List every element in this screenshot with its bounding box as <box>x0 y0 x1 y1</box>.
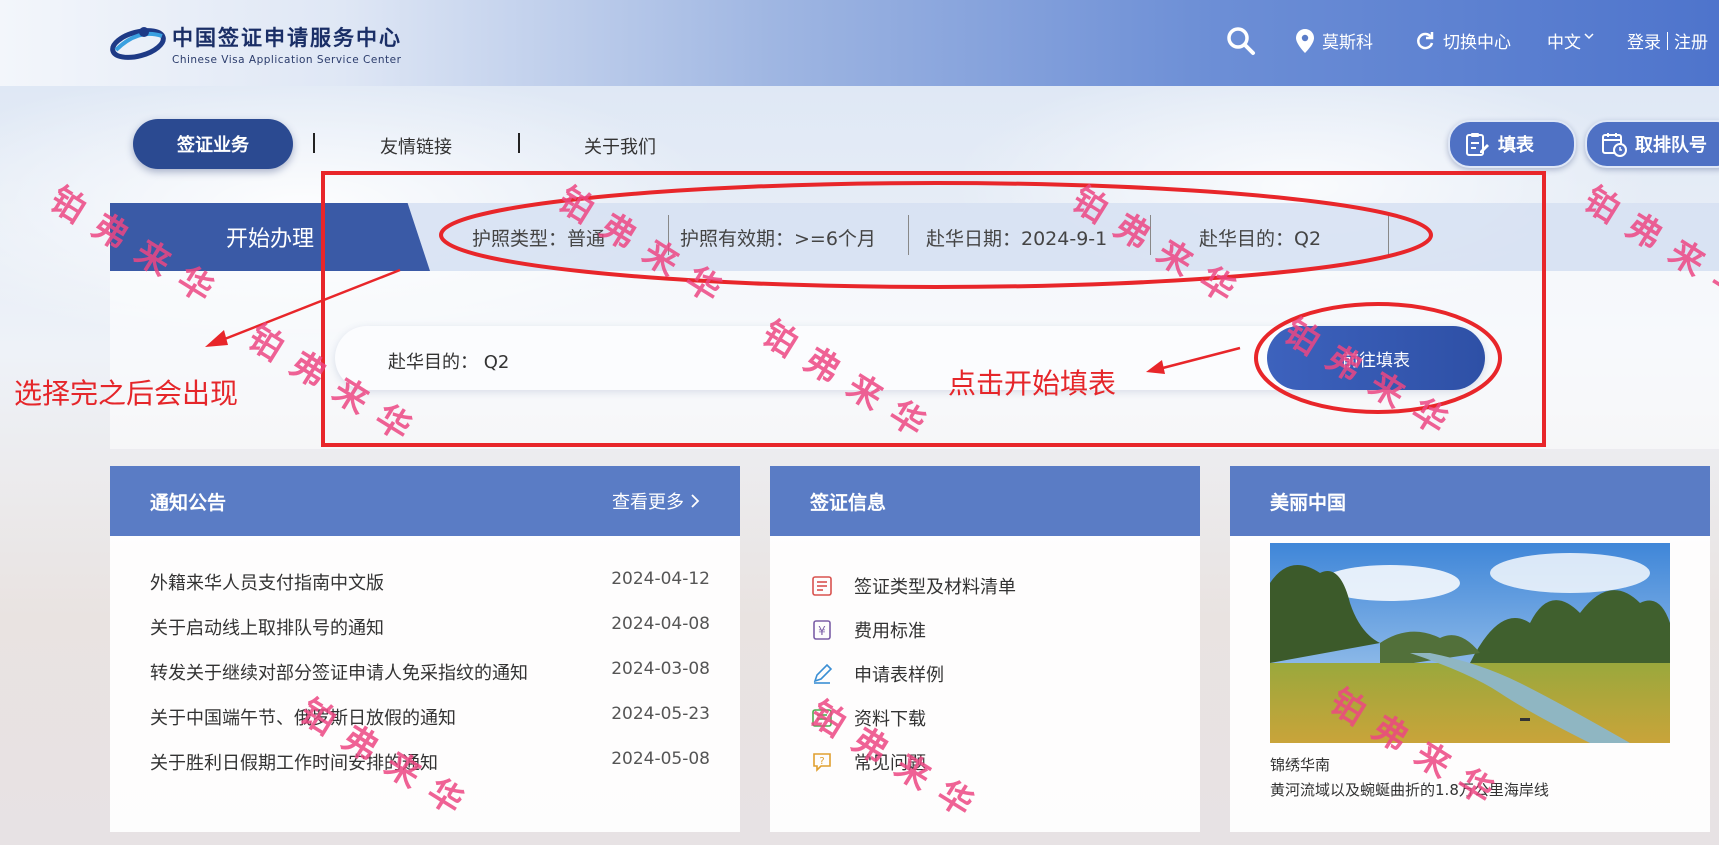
nav-visa-services[interactable]: 签证业务 <box>133 119 293 169</box>
pen-icon <box>813 663 833 684</box>
logo-icon[interactable] <box>108 18 168 66</box>
notice-title: 转发关于继续对部分签证申请人免采指纹的通知 <box>150 663 528 684</box>
svg-text:¥: ¥ <box>818 624 826 638</box>
visa-info-item-sample[interactable]: 申请表样例 <box>810 661 944 687</box>
login-link[interactable]: 登录 <box>1627 28 1661 53</box>
auth-links: 登录 注册 <box>1627 28 1708 53</box>
visa-info-item-label: 签证类型及材料清单 <box>854 577 1016 598</box>
annotation-appear-note: 选择完之后会出现 <box>14 377 239 410</box>
annotation-highlight-box <box>321 171 1546 447</box>
queue-label: 取排队号 <box>1635 135 1707 156</box>
switch-center-button[interactable]: 切换中心 <box>1415 28 1511 53</box>
nav-about-us[interactable]: 关于我们 <box>584 133 656 159</box>
visa-info-item-fees[interactable]: ¥ 费用标准 <box>810 617 926 643</box>
notice-item[interactable]: 关于中国端午节、俄罗斯日放假的通知 2024-05-23 <box>150 704 710 730</box>
logo-chinese-text: 中国签证申请服务中心 <box>172 25 402 50</box>
visa-info-item-label: 常见问题 <box>854 753 926 774</box>
nav-divider <box>313 133 315 153</box>
visa-info-item-label: 申请表样例 <box>854 665 944 686</box>
notice-date: 2024-04-08 <box>611 614 710 634</box>
notice-date: 2024-03-08 <box>611 659 710 679</box>
visa-info-title: 签证信息 <box>810 491 887 514</box>
search-icon <box>1227 27 1255 55</box>
svg-text:?: ? <box>819 756 824 767</box>
fill-form-button[interactable]: 填表 <box>1448 120 1576 168</box>
notice-date: 2024-05-08 <box>611 749 710 769</box>
visa-info-item-label: 费用标准 <box>854 621 926 642</box>
visa-info-item-faq[interactable]: ? 常见问题 <box>810 749 926 775</box>
location-label: 莫斯科 <box>1322 33 1373 53</box>
location-selector[interactable]: 莫斯科 <box>1296 28 1373 53</box>
auth-divider <box>1667 31 1668 50</box>
question-chat-icon: ? <box>813 753 831 772</box>
photo-caption-title: 锦绣华南 <box>1270 756 1331 774</box>
map-pin-icon <box>1296 28 1314 53</box>
get-queue-number-button[interactable]: 取排队号 <box>1585 120 1719 168</box>
checklist-icon <box>812 576 832 596</box>
chevron-right-icon <box>691 494 700 508</box>
nav-friendly-links[interactable]: 友情链接 <box>380 133 452 159</box>
beautiful-china-card: 美丽中国 锦绣华南 黄河流域以及蜿蜒曲折的1.8万公里海岸线 <box>1230 466 1710 832</box>
landscape-photo[interactable] <box>1270 543 1670 743</box>
nav-divider <box>518 133 520 153</box>
download-icon <box>812 709 832 727</box>
photo-caption-desc: 黄河流域以及蜿蜒曲折的1.8万公里海岸线 <box>1270 781 1549 799</box>
chevron-down-icon <box>1584 32 1594 39</box>
notices-card: 通知公告 查看更多 外籍来华人员支付指南中文版 2024-04-12 关于启动线上… <box>110 466 740 832</box>
visa-info-item-types[interactable]: 签证类型及材料清单 <box>810 573 1016 599</box>
see-more-link[interactable]: 查看更多 <box>612 488 700 514</box>
notice-item[interactable]: 外籍来华人员支付指南中文版 2024-04-12 <box>150 569 710 595</box>
notices-card-header: 通知公告 查看更多 <box>110 466 740 536</box>
visa-info-card-header: 签证信息 <box>770 466 1200 536</box>
notice-date: 2024-05-23 <box>611 704 710 724</box>
visa-info-item-download[interactable]: 资料下载 <box>810 705 926 731</box>
see-more-label: 查看更多 <box>612 492 684 513</box>
visa-info-card: 签证信息 签证类型及材料清单 ¥ 费用标准 申请表样例 资料下载 ? 常见问题 <box>770 466 1200 832</box>
beautiful-china-title: 美丽中国 <box>1270 491 1347 514</box>
language-label: 中文 <box>1547 33 1581 53</box>
notices-title: 通知公告 <box>150 491 227 514</box>
fill-form-label: 填表 <box>1498 135 1534 156</box>
notice-date: 2024-04-12 <box>611 569 710 589</box>
logo-english-text: Chinese Visa Application Service Center <box>172 54 402 66</box>
notice-item[interactable]: 关于胜利日假期工作时间安排的通知 2024-05-08 <box>150 749 710 775</box>
yen-icon: ¥ <box>813 620 831 640</box>
beautiful-china-card-header: 美丽中国 <box>1230 466 1710 536</box>
notice-title: 外籍来华人员支付指南中文版 <box>150 573 384 594</box>
site-header: 中国签证申请服务中心 Chinese Visa Application Serv… <box>0 0 1719 86</box>
clipboard-edit-icon <box>1466 133 1489 156</box>
register-link[interactable]: 注册 <box>1674 28 1708 53</box>
switch-center-label: 切换中心 <box>1443 33 1511 53</box>
notice-item[interactable]: 关于启动线上取排队号的通知 2024-04-08 <box>150 614 710 640</box>
notice-title: 关于启动线上取排队号的通知 <box>150 618 384 639</box>
calendar-clock-icon <box>1602 133 1627 157</box>
language-selector[interactable]: 中文 <box>1547 28 1594 53</box>
refresh-icon <box>1417 31 1434 49</box>
notice-title: 关于胜利日假期工作时间安排的通知 <box>150 753 438 774</box>
notice-item[interactable]: 转发关于继续对部分签证申请人免采指纹的通知 2024-03-08 <box>150 659 710 685</box>
visa-info-item-label: 资料下载 <box>854 709 926 730</box>
annotation-click-note: 点击开始填表 <box>948 367 1117 400</box>
search-button[interactable] <box>1226 26 1256 56</box>
notice-title: 关于中国端午节、俄罗斯日放假的通知 <box>150 708 456 729</box>
